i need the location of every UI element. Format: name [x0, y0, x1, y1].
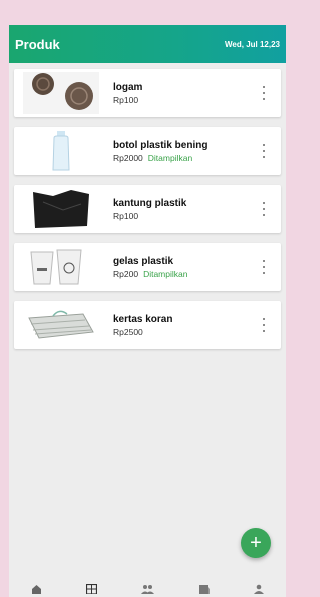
date-label: Wed, Jul 12,23 — [225, 39, 280, 49]
product-name: botol plastik bening — [113, 139, 208, 151]
page-title: Produk — [15, 36, 60, 52]
product-price: Rp200 — [113, 268, 139, 279]
product-name: logam — [113, 81, 143, 93]
product-image-gelas — [23, 246, 99, 288]
phone-screen: Produk Wed, Jul 12,23 logam Rp100 botol … — [9, 25, 286, 597]
more-options-icon[interactable] — [261, 318, 267, 332]
more-options-icon[interactable] — [261, 144, 267, 158]
product-status: Ditampilkan — [147, 152, 193, 163]
product-list: logam Rp100 botol plastik bening Rp2000 D… — [9, 63, 286, 349]
catalog-icon[interactable] — [86, 583, 98, 597]
more-options-icon[interactable] — [261, 86, 267, 100]
product-image-botol — [23, 130, 99, 172]
store-icon[interactable] — [198, 584, 210, 597]
home-icon[interactable] — [31, 584, 42, 597]
more-options-icon[interactable] — [261, 260, 267, 274]
product-price: Rp100 — [113, 210, 139, 221]
product-card-botol-plastik-bening[interactable]: botol plastik bening Rp2000 Ditampilkan — [14, 127, 281, 175]
product-price: Rp2000 — [113, 152, 143, 163]
bottom-nav — [9, 575, 286, 597]
product-price: Rp100 — [113, 94, 139, 105]
add-product-button[interactable]: + — [241, 528, 271, 558]
people-icon[interactable] — [141, 584, 155, 597]
product-name: kertas koran — [113, 313, 173, 325]
product-card-kertas-koran[interactable]: kertas koran Rp2500 — [14, 301, 281, 349]
product-card-gelas-plastik[interactable]: gelas plastik Rp200 Ditampilkan — [14, 243, 281, 291]
product-price: Rp2500 — [113, 326, 143, 337]
product-image-kertas — [23, 304, 99, 346]
app-bar: Produk Wed, Jul 12,23 — [9, 25, 286, 63]
product-status: Ditampilkan — [143, 268, 188, 279]
product-image-logam — [23, 72, 99, 114]
product-card-kantung-plastik[interactable]: kantung plastik Rp100 — [14, 185, 281, 233]
more-options-icon[interactable] — [261, 202, 267, 216]
profile-icon[interactable] — [253, 584, 264, 597]
product-name: kantung plastik — [113, 197, 187, 209]
product-image-kantung — [23, 188, 99, 230]
product-card-logam[interactable]: logam Rp100 — [14, 69, 281, 117]
product-name: gelas plastik — [113, 255, 174, 267]
